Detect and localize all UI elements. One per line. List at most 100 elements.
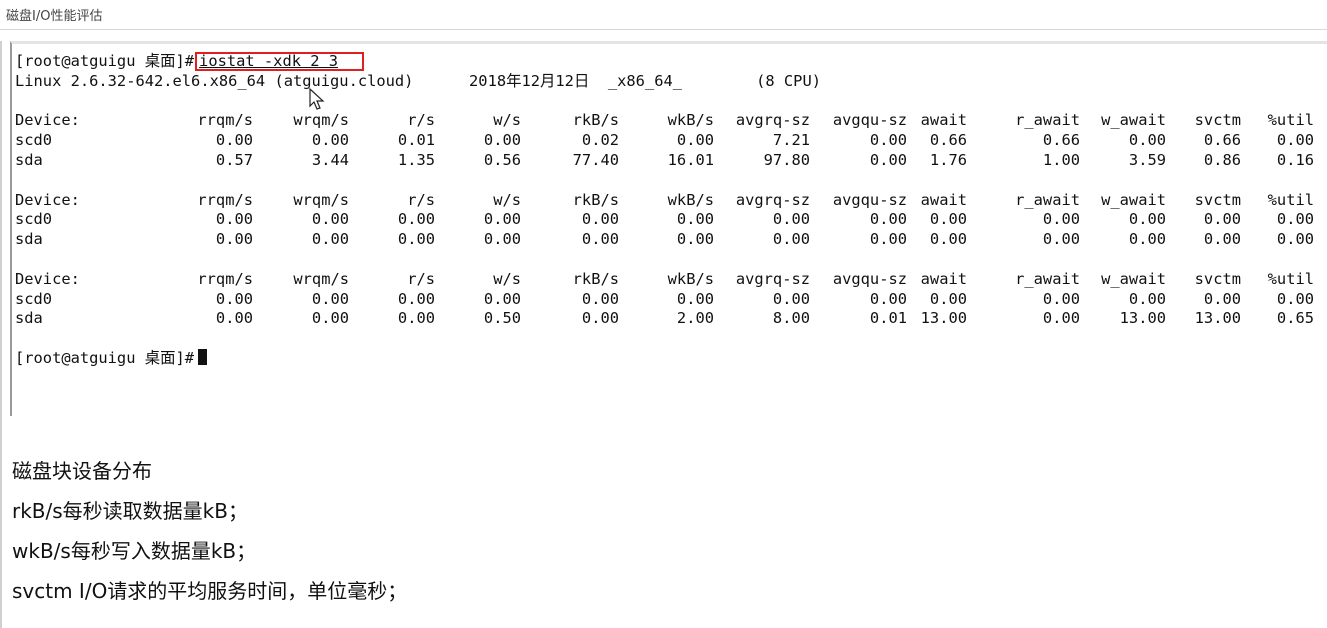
metric-cell: 0.00	[869, 289, 907, 308]
metric-cell: 0.00	[1128, 230, 1166, 249]
column-header: avgqu-sz	[832, 111, 907, 130]
column-header: Device:	[15, 190, 80, 209]
metric-cell: 0.00	[311, 309, 349, 328]
metric-cell: 0.00	[1042, 309, 1080, 328]
terminal-prompt: [root@atguigu 桌面]#	[15, 52, 195, 70]
page-title: 磁盘I/O性能评估	[6, 9, 103, 24]
metric-cell: 1.76	[929, 150, 967, 169]
column-header: r/s	[407, 190, 435, 209]
column-header: Device:	[15, 269, 80, 288]
terminal-cursor-icon	[198, 348, 208, 365]
metric-cell: 0.00	[215, 230, 253, 249]
column-header: %util	[1267, 111, 1314, 130]
metric-cell: 0.00	[1276, 210, 1314, 229]
metric-cell: 1.00	[1042, 150, 1080, 169]
metric-cell: 0.56	[483, 150, 521, 169]
column-header: w_await	[1101, 190, 1166, 209]
metric-cell: 0.57	[215, 150, 253, 169]
column-header: await	[920, 111, 967, 130]
metric-cell: 0.66	[929, 131, 967, 150]
metric-cell: 0.66	[1042, 131, 1080, 150]
metric-cell: 0.00	[581, 230, 619, 249]
column-header: wrqm/s	[293, 190, 349, 209]
metric-cell: 0.00	[1203, 289, 1241, 308]
metric-cell: 0.00	[929, 289, 967, 308]
metric-cell: 0.66	[1203, 131, 1241, 150]
metric-cell: 97.80	[763, 150, 810, 169]
column-header: w_await	[1101, 269, 1166, 288]
device-name: scd0	[15, 289, 53, 308]
metric-cell: 13.00	[920, 309, 967, 328]
column-header: svctm	[1194, 111, 1241, 130]
final-prompt: [root@atguigu 桌面]#	[15, 348, 195, 367]
metric-cell: 0.00	[772, 210, 810, 229]
column-header: %util	[1267, 269, 1314, 288]
metric-cell: 0.00	[1276, 230, 1314, 249]
table-row: scd0 0.00 0.00 0.00 0.00 0.00 0.00 0.00 0.00 0.00…	[15, 210, 1314, 230]
metric-cell: 0.00	[1042, 230, 1080, 249]
column-header: rkB/s	[572, 111, 619, 130]
metric-cell: 0.00	[1128, 289, 1166, 308]
metric-cell: 2.00	[676, 309, 714, 328]
metric-cell: 0.00	[676, 289, 714, 308]
metric-cell: 0.00	[311, 289, 349, 308]
device-name: scd0	[15, 210, 53, 229]
metric-cell: 0.00	[397, 289, 435, 308]
column-header: await	[920, 269, 967, 288]
metric-cell: 0.01	[869, 309, 907, 328]
metric-cell: 7.21	[772, 131, 810, 150]
column-header: r_await	[1015, 190, 1080, 209]
column-header: avgqu-sz	[832, 269, 907, 288]
metric-cell: 77.40	[572, 150, 619, 169]
metric-cell: 1.35	[397, 150, 435, 169]
command-line: [root@atguigu 桌面]# iostat -xdk 2 3	[15, 52, 1314, 72]
metric-cell: 0.00	[772, 230, 810, 249]
metric-cell: 0.00	[869, 210, 907, 229]
column-header: avgrq-sz	[735, 269, 810, 288]
column-header: rrqm/s	[197, 111, 253, 130]
metric-cell: 0.00	[869, 150, 907, 169]
metric-cell: 0.00	[397, 230, 435, 249]
column-header: w/s	[493, 190, 521, 209]
final-prompt-line: [root@atguigu 桌面]#	[15, 348, 1314, 369]
metric-cell: 0.65	[1276, 309, 1314, 328]
metric-cell: 0.00	[311, 230, 349, 249]
metric-cell: 0.00	[869, 230, 907, 249]
metric-cell: 0.00	[1128, 210, 1166, 229]
column-header: avgrq-sz	[735, 190, 810, 209]
column-header: wkB/s	[667, 190, 714, 209]
column-header: rrqm/s	[197, 190, 253, 209]
metric-cell: 0.00	[483, 230, 521, 249]
metric-cell: 0.02	[581, 131, 619, 150]
table-header-row: Device: rrqm/s wrqm/s r/s w/s rkB/s wkB/s avgrq…	[15, 191, 1314, 211]
metric-cell: 0.00	[215, 210, 253, 229]
metric-cell: 0.00	[1128, 131, 1166, 150]
title-divider	[0, 29, 1327, 30]
metric-cell: 0.00	[676, 230, 714, 249]
metric-cell: 13.00	[1194, 309, 1241, 328]
table-header-row: Device: rrqm/s wrqm/s r/s w/s rkB/s wkB/s avgrq…	[15, 111, 1314, 131]
column-header: wrqm/s	[293, 269, 349, 288]
terminal-command: iostat -xdk 2 3	[199, 52, 339, 70]
iostat-report-2: Device: rrqm/s wrqm/s r/s w/s rkB/s wkB/s avgrq…	[15, 191, 1314, 250]
device-name: sda	[15, 230, 43, 249]
metric-cell: 0.00	[397, 210, 435, 229]
table-row: scd0 0.00 0.00 0.00 0.00 0.00 0.00 0.00 0.00 0.00…	[15, 290, 1314, 310]
column-header: wkB/s	[667, 269, 714, 288]
column-header: avgrq-sz	[735, 111, 810, 130]
column-header: rkB/s	[572, 269, 619, 288]
column-header: Device:	[15, 111, 80, 130]
metric-cell: 0.00	[676, 210, 714, 229]
notes-section: 磁盘块设备分布 rkB/s每秒读取数据量kB； wkB/s每秒写入数据量kB； …	[12, 455, 407, 615]
metric-cell: 0.00	[215, 131, 253, 150]
column-header: wkB/s	[667, 111, 714, 130]
column-header: svctm	[1194, 269, 1241, 288]
metric-cell: 0.00	[1276, 131, 1314, 150]
column-header: rrqm/s	[197, 269, 253, 288]
column-header: %util	[1267, 190, 1314, 209]
terminal-screenshot: [root@atguigu 桌面]# iostat -xdk 2 3 Linux …	[10, 41, 1327, 416]
column-header: rkB/s	[572, 190, 619, 209]
metric-cell: 0.00	[581, 210, 619, 229]
column-header: w/s	[493, 269, 521, 288]
column-header: await	[920, 190, 967, 209]
